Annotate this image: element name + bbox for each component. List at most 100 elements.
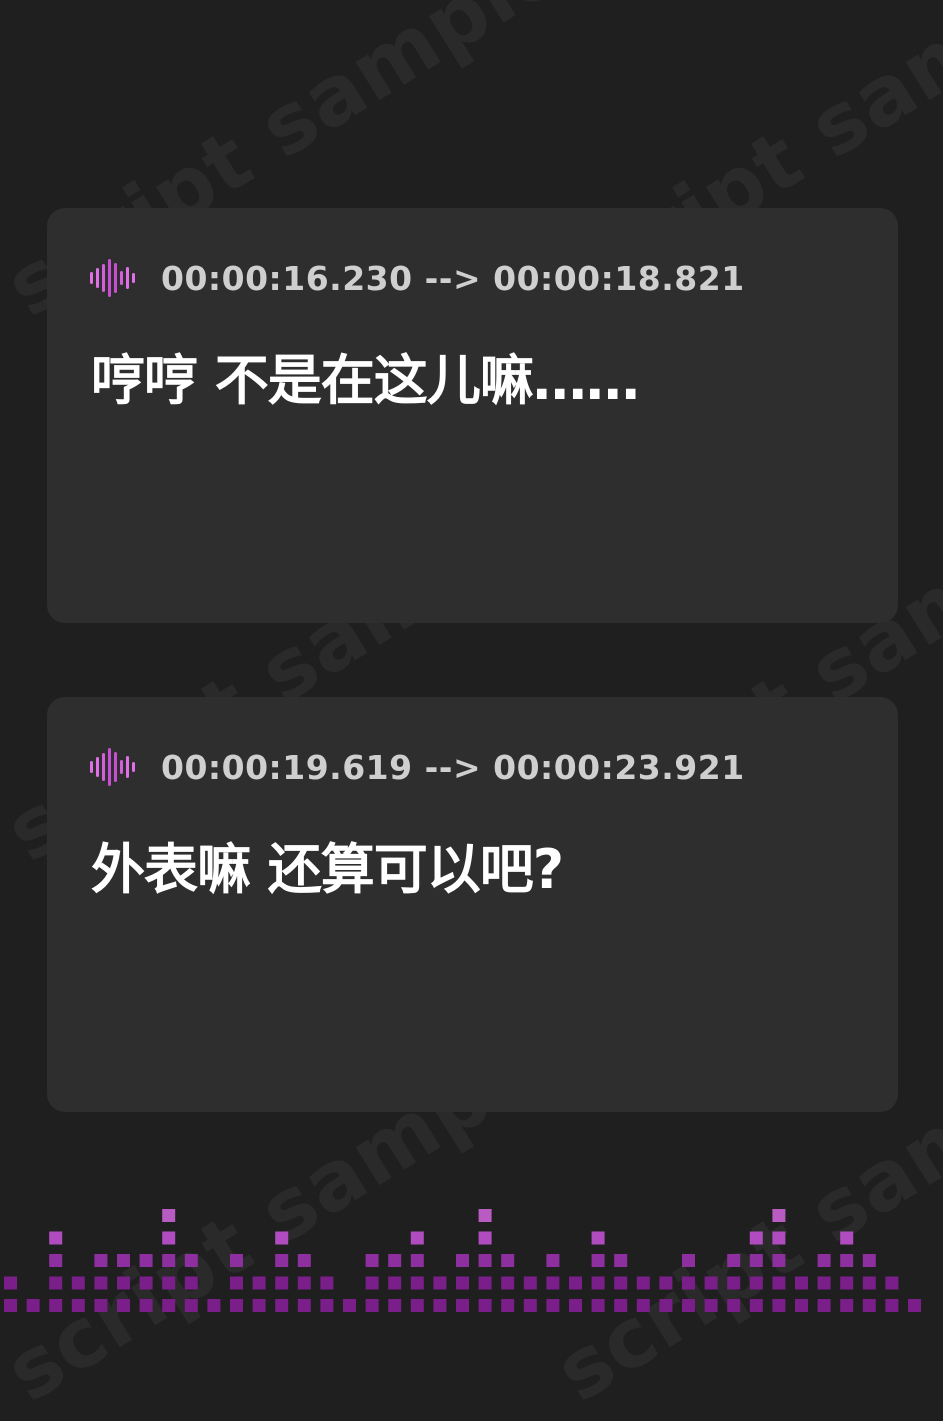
equalizer-block: [908, 1299, 921, 1312]
watermark-layer: script sample script sample script sampl…: [0, 0, 943, 1421]
equalizer-block: [840, 1299, 854, 1312]
equalizer-block: [94, 1254, 108, 1267]
equalizer-block: [297, 1276, 311, 1290]
timestamp: 00:00:16.230 --> 00:00:18.821: [161, 258, 745, 298]
equalizer-block: [49, 1299, 63, 1312]
equalizer-block: [772, 1231, 786, 1245]
equalizer-block: [817, 1299, 831, 1312]
equalizer-block: [343, 1299, 356, 1312]
equalizer-block: [94, 1299, 108, 1312]
equalizer-block: [682, 1254, 695, 1267]
equalizer-block: [71, 1299, 85, 1312]
equalizer-block: [433, 1276, 447, 1290]
equalizer-block: [749, 1254, 763, 1267]
equalizer-block: [523, 1276, 537, 1290]
equalizer-block: [94, 1276, 108, 1290]
equalizer-block: [162, 1231, 176, 1245]
equalizer-block: [230, 1299, 243, 1312]
equalizer-bars-icon: [4, 1209, 921, 1312]
equalizer-block: [546, 1254, 560, 1267]
equalizer-block: [478, 1276, 492, 1290]
equalizer-block: [365, 1276, 379, 1290]
equalizer-block: [772, 1276, 786, 1290]
equalizer-block: [727, 1254, 741, 1267]
equalizer-block: [456, 1254, 469, 1267]
equalizer-block: [772, 1299, 786, 1312]
equalizer-block: [817, 1254, 831, 1267]
timing-row: 00:00:19.619 --> 00:00:23.921: [89, 747, 745, 787]
equalizer-block: [433, 1299, 447, 1312]
equalizer-block: [4, 1276, 17, 1290]
equalizer-block: [117, 1276, 130, 1290]
equalizer-block: [478, 1299, 492, 1312]
equalizer-block: [749, 1299, 763, 1312]
equalizer-block: [365, 1254, 379, 1267]
subtitle-text: 哼哼 不是在这儿嘛……: [91, 349, 640, 412]
equalizer-block: [388, 1254, 402, 1267]
subtitle-card: 00:00:19.619 --> 00:00:23.921 外表嘛 还算可以吧?: [47, 697, 898, 1112]
equalizer-block: [817, 1276, 831, 1290]
timing-row: 00:00:16.230 --> 00:00:18.821: [89, 258, 745, 298]
equalizer-block: [117, 1254, 130, 1267]
equalizer-block: [230, 1254, 243, 1267]
equalizer-block: [749, 1276, 763, 1290]
equalizer-block: [26, 1299, 40, 1312]
equalizer-block: [320, 1276, 334, 1290]
equalizer-block: [410, 1254, 424, 1267]
equalizer-block: [727, 1299, 741, 1312]
equalizer-block: [275, 1231, 289, 1245]
equalizer-block: [184, 1299, 198, 1312]
equalizer-block: [139, 1299, 153, 1312]
equalizer-block: [297, 1299, 311, 1312]
equalizer-block: [162, 1209, 176, 1222]
equalizer-block: [862, 1299, 876, 1312]
equalizer-block: [388, 1276, 402, 1290]
timestamp: 00:00:19.619 --> 00:00:23.921: [161, 747, 745, 787]
equalizer-block: [614, 1276, 628, 1290]
equalizer-block: [410, 1276, 424, 1290]
equalizer-block: [523, 1299, 537, 1312]
equalizer-block: [840, 1231, 854, 1245]
equalizer-block: [682, 1276, 695, 1290]
equalizer-block: [885, 1276, 899, 1290]
equalizer-block: [71, 1276, 85, 1290]
equalizer-block: [297, 1254, 311, 1267]
audio-wave-icon: [90, 259, 135, 297]
equalizer-block: [591, 1254, 605, 1267]
equalizer-block: [456, 1276, 469, 1290]
equalizer-block: [501, 1299, 515, 1312]
subtitle-text: 外表嘛 还算可以吧?: [91, 838, 564, 901]
equalizer-block: [478, 1231, 492, 1245]
equalizer-block: [478, 1254, 492, 1267]
equalizer-block: [862, 1276, 876, 1290]
equalizer-block: [275, 1299, 289, 1312]
equalizer-block: [184, 1276, 198, 1290]
equalizer-block: [659, 1299, 673, 1312]
equalizer-block: [591, 1231, 605, 1245]
equalizer-block: [4, 1299, 17, 1312]
equalizer-block: [591, 1276, 605, 1290]
equalizer-block: [659, 1276, 673, 1290]
equalizer-block: [569, 1299, 582, 1312]
equalizer-block: [275, 1254, 289, 1267]
equalizer-block: [501, 1276, 515, 1290]
equalizer-block: [546, 1299, 560, 1312]
equalizer-block: [456, 1299, 469, 1312]
equalizer-block: [614, 1254, 628, 1267]
equalizer-block: [772, 1209, 786, 1222]
subtitle-card: 00:00:16.230 --> 00:00:18.821 哼哼 不是在这儿嘛……: [47, 208, 898, 623]
equalizer-block: [546, 1276, 560, 1290]
equalizer-block: [636, 1276, 650, 1290]
equalizer-block: [410, 1231, 424, 1245]
equalizer-block: [230, 1276, 243, 1290]
equalizer-block: [207, 1299, 221, 1312]
equalizer-block: [252, 1276, 266, 1290]
equalizer-block: [862, 1254, 876, 1267]
equalizer-block: [795, 1276, 808, 1290]
equalizer-block: [501, 1254, 515, 1267]
equalizer-block: [162, 1254, 176, 1267]
equalizer-block: [139, 1254, 153, 1267]
equalizer-block: [49, 1231, 63, 1245]
equalizer-block: [749, 1231, 763, 1245]
equalizer-block: [840, 1254, 854, 1267]
